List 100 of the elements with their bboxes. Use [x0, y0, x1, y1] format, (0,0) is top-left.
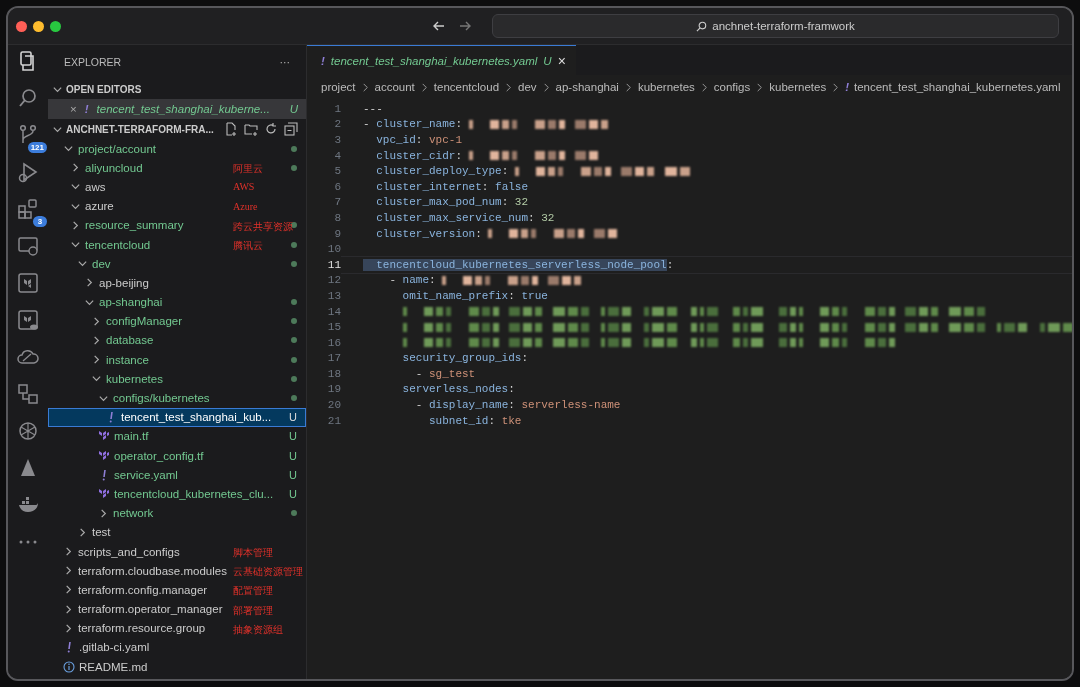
line-number: 3: [333, 134, 341, 146]
open-editor-item[interactable]: × ! tencent_test_shanghai_kuberne... U: [48, 99, 306, 119]
section-header[interactable]: OPEN EDITORS: [66, 83, 142, 95]
tree-item[interactable]: README.md: [48, 657, 306, 677]
breadcrumb-item[interactable]: kubernetes: [769, 81, 827, 93]
chevron-icon[interactable]: [63, 565, 74, 577]
code-value: vpc-1: [429, 134, 463, 146]
monitor-icon[interactable]: [16, 234, 40, 258]
diagram-icon[interactable]: [16, 382, 40, 406]
tree-item[interactable]: aws AWS: [48, 177, 306, 197]
tree-item[interactable]: terraform.cloudbase.modules 云基础资源管理: [48, 561, 306, 581]
annotation-text: 抽象资源组: [233, 622, 283, 637]
code-value: false: [495, 180, 529, 193]
close-window-button[interactable]: [16, 20, 27, 32]
breadcrumb-item[interactable]: ap-shanghai: [555, 81, 619, 93]
tree-item[interactable]: terraform.operator_manager 部署管理: [48, 599, 306, 619]
status-letter: U: [289, 449, 297, 462]
tree-item[interactable]: dev: [48, 254, 306, 274]
chevron-icon[interactable]: [63, 622, 74, 634]
tree-item[interactable]: scripts_and_configs 脚本管理: [48, 541, 306, 562]
terraform-icon: [98, 430, 110, 443]
tree-item[interactable]: ap-beijing: [48, 273, 306, 293]
more-actions-button[interactable]: ···: [279, 56, 290, 68]
forward-arrow-icon[interactable]: [458, 19, 472, 33]
annotation-text: 脚本管理: [233, 545, 273, 560]
chevron-icon: [623, 82, 633, 92]
code-text: :: [508, 399, 516, 412]
knot-icon[interactable]: [16, 419, 40, 443]
tree-item[interactable]: aliyuncloud 阿里云: [48, 158, 306, 178]
tree-item[interactable]: service.yaml U: [48, 465, 306, 485]
breadcrumb-item[interactable]: kubernetes: [637, 81, 695, 93]
chevron-icon[interactable]: [70, 162, 81, 174]
chevron-icon[interactable]: [98, 507, 109, 519]
line-number: 2: [333, 118, 341, 131]
terraform-icon[interactable]: [16, 308, 40, 332]
breadcrumb-item[interactable]: configs: [713, 81, 751, 93]
chevron-icon[interactable]: [91, 334, 102, 346]
breadcrumb-item[interactable]: tencentcloud: [433, 81, 500, 93]
section-header[interactable]: ANCHNET-TERRAFORM-FRA...: [66, 123, 214, 135]
tree-item[interactable]: main.tf U: [48, 426, 306, 446]
tree-item[interactable]: azure Azure: [48, 196, 306, 216]
status-letter: U: [289, 468, 297, 481]
tree-item[interactable]: tencent_test_shanghai_kub... U: [48, 407, 306, 427]
code-key: cluster_version: [363, 227, 476, 240]
tree-item[interactable]: instance: [48, 350, 306, 370]
code-key: omit_name_prefix: [363, 289, 509, 302]
line-number: 19: [326, 383, 341, 396]
code-value: serverless-name: [521, 399, 621, 412]
tree-item[interactable]: configManager: [48, 311, 306, 331]
chevron-icon[interactable]: [63, 603, 74, 615]
chevron-icon[interactable]: [63, 584, 74, 596]
tree-item[interactable]: configs/kubernetes: [48, 388, 306, 408]
zoom-button[interactable]: [50, 20, 61, 32]
chevron-icon[interactable]: [70, 219, 81, 231]
new-file-icon[interactable]: [224, 122, 238, 136]
code-value: tke: [501, 414, 522, 427]
chevron-icon[interactable]: [91, 315, 102, 327]
line-number: 20: [326, 399, 341, 412]
tree-item[interactable]: network: [48, 503, 306, 523]
annotation-text: AWS: [233, 181, 255, 193]
search-field[interactable]: anchnet-terraform-framwork: [492, 14, 1059, 38]
tree-item[interactable]: project/account: [48, 139, 306, 159]
breadcrumb-item[interactable]: dev: [518, 81, 537, 93]
code-text: :: [455, 118, 464, 131]
tree-item[interactable]: operator_config.tf U: [48, 446, 306, 466]
refresh-icon[interactable]: [264, 122, 278, 136]
tree-item[interactable]: test: [48, 522, 306, 542]
line-number: 18: [326, 367, 341, 380]
tree-item[interactable]: database: [48, 330, 306, 351]
tree-item[interactable]: tencentcloud_kubernetes_clu... U: [48, 484, 306, 504]
breadcrumb-item[interactable]: tencent_test_shanghai_kubernetes.yaml: [854, 81, 1061, 93]
terraform-icon[interactable]: [16, 271, 40, 295]
tree-item[interactable]: tencentcloud 腾讯云: [48, 234, 306, 255]
tree-item[interactable]: kubernetes: [48, 369, 306, 389]
collapse-all-icon[interactable]: [284, 122, 298, 136]
line-number: 11: [326, 258, 341, 271]
tree-item[interactable]: terraform.resource.group 抽象资源组: [48, 618, 306, 638]
tree-item[interactable]: resource_summary 跨云共享资源: [48, 215, 306, 235]
line-number: 16: [326, 336, 341, 349]
tree-item[interactable]: ap-shanghai: [48, 292, 306, 312]
code-text: :: [429, 274, 437, 287]
code-text: ---: [363, 102, 383, 115]
count-badge: 3: [33, 216, 47, 227]
back-arrow-icon[interactable]: [432, 19, 446, 33]
extensions-icon[interactable]: [16, 197, 40, 221]
minimize-button[interactable]: [33, 20, 44, 32]
chevron-icon[interactable]: [77, 526, 88, 538]
run-debug-icon[interactable]: [16, 160, 40, 184]
breadcrumb-item[interactable]: project: [321, 81, 356, 93]
tree-item[interactable]: .gitlab-ci.yaml: [48, 637, 306, 658]
chevron-icon[interactable]: [91, 354, 102, 366]
code-text: :: [415, 134, 424, 146]
tree-item[interactable]: terraform.config.manager 配置管理: [48, 580, 306, 600]
chevron-icon[interactable]: [63, 546, 74, 558]
line-number: 15: [326, 321, 341, 334]
chevron-icon[interactable]: [84, 277, 95, 289]
terraform-icon: [98, 449, 110, 462]
breadcrumb-item[interactable]: account: [374, 81, 415, 93]
annotation-text: 配置管理: [233, 584, 273, 599]
new-folder-icon[interactable]: [244, 122, 258, 136]
